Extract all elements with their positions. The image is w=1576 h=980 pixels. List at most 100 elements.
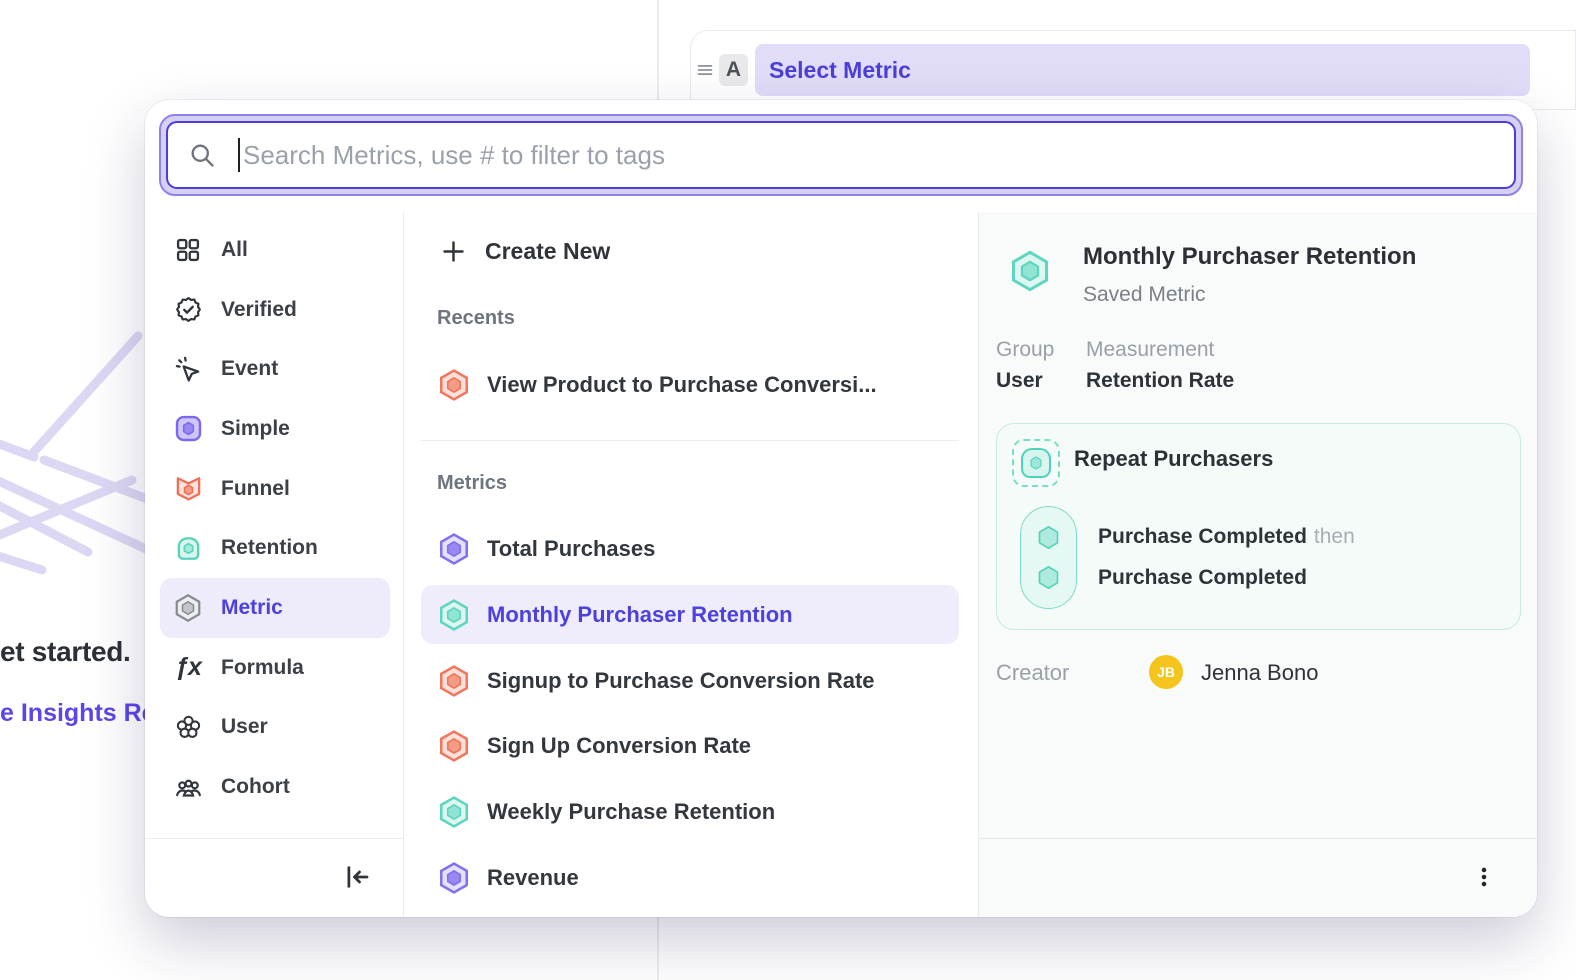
select-metric-button[interactable]: Select Metric — [755, 44, 1530, 96]
step-hexagon-icon — [1035, 564, 1062, 591]
sidebar-item-verified[interactable]: Verified — [160, 280, 390, 340]
creator-name: Jenna Bono — [1201, 660, 1318, 686]
metric-hexagon-icon — [437, 861, 471, 895]
grid-icon — [173, 235, 203, 265]
background-headline-fragment: et started. — [0, 636, 131, 668]
sidebar-item-simple[interactable]: Simple — [160, 399, 390, 459]
metric-row[interactable]: Revenue — [421, 848, 959, 907]
metric-block-letter-badge: A — [719, 54, 748, 86]
metric-hexagon-icon — [437, 532, 471, 566]
formula-icon: ƒx — [173, 653, 203, 683]
definition-title: Repeat Purchasers — [1074, 446, 1273, 472]
metric-row[interactable]: Weekly Purchase Retention — [421, 782, 959, 841]
sidebar-item-user[interactable]: User — [160, 698, 390, 758]
verified-badge-icon — [173, 295, 203, 325]
metric-list-panel: Create New Recents View Product to Purch… — [404, 212, 978, 917]
metric-row[interactable]: Sign Up Conversion Rate — [421, 716, 959, 775]
metric-row[interactable]: Total Purchases — [421, 519, 959, 578]
metric-details-panel: Monthly Purchaser Retention Saved Metric… — [978, 212, 1537, 917]
retention-icon — [173, 533, 203, 563]
recent-item-label: View Product to Purchase Conversi... — [487, 372, 877, 398]
metric-row-label: Revenue — [487, 865, 579, 891]
sidebar-item-label: Metric — [221, 596, 283, 620]
simple-metric-icon — [173, 414, 203, 444]
metric-hexagon-icon — [437, 729, 471, 763]
collapse-panel-button[interactable] — [337, 857, 377, 897]
details-subtitle: Saved Metric — [1083, 283, 1206, 307]
group-value: User — [996, 369, 1043, 393]
cohort-icon — [173, 772, 203, 802]
metric-picker-modal: All Verified — [145, 100, 1537, 917]
step-connector: then — [1314, 525, 1355, 548]
avatar-initials: JB — [1157, 664, 1175, 680]
details-title: Monthly Purchaser Retention — [1083, 243, 1416, 271]
metric-hexagon-icon — [437, 795, 471, 829]
text-caret — [238, 138, 240, 172]
sidebar-item-cohort[interactable]: Cohort — [160, 757, 390, 817]
creator-label: Creator — [996, 660, 1069, 686]
sidebar-item-label: Formula — [221, 656, 304, 680]
search-field-focus-ring — [159, 114, 1523, 196]
sidebar-item-label: Verified — [221, 298, 297, 322]
hexagon-icon — [1028, 455, 1044, 471]
sidebar-item-label: User — [221, 715, 268, 739]
search-field — [166, 121, 1516, 189]
metric-hexagon-icon — [1008, 249, 1052, 293]
sidebar-item-event[interactable]: Event — [160, 339, 390, 399]
sidebar-item-funnel[interactable]: Funnel — [160, 459, 390, 519]
section-divider — [420, 440, 959, 441]
drag-handle-icon[interactable] — [694, 59, 716, 81]
select-metric-label: Select Metric — [769, 57, 911, 84]
plus-icon — [440, 238, 467, 265]
step-event-name: Purchase Completed — [1098, 566, 1307, 589]
search-icon — [188, 141, 216, 169]
event-cursor-icon — [173, 354, 203, 384]
create-new-label: Create New — [485, 238, 610, 265]
metric-definition-card: Repeat Purchasers Purchase Completedthen… — [996, 423, 1521, 630]
sidebar-item-label: Event — [221, 357, 278, 381]
details-footer-divider — [979, 838, 1537, 839]
metric-hexagon-icon — [173, 593, 203, 623]
sidebar-item-label: All — [221, 238, 248, 262]
create-new-button[interactable]: Create New — [440, 238, 610, 265]
funnel-icon — [173, 474, 203, 504]
metric-row-label: Monthly Purchaser Retention — [487, 602, 793, 628]
metric-row-selected[interactable]: Monthly Purchaser Retention — [421, 585, 959, 644]
metric-block-bar: A Select Metric — [690, 30, 1576, 110]
definition-step-1: Purchase Completedthen — [1098, 525, 1355, 549]
recent-item[interactable]: View Product to Purchase Conversi... — [421, 355, 959, 414]
metric-row-label: Sign Up Conversion Rate — [487, 733, 751, 759]
definition-step-2: Purchase Completed — [1098, 566, 1307, 590]
search-input[interactable] — [243, 140, 1494, 171]
more-options-button[interactable] — [1465, 858, 1503, 896]
metric-row[interactable]: Signup to Purchase Conversion Rate — [421, 651, 959, 710]
sidebar-item-label: Funnel — [221, 477, 290, 501]
measurement-value: Retention Rate — [1086, 369, 1234, 393]
user-icon — [173, 712, 203, 742]
sidebar-item-all[interactable]: All — [160, 220, 390, 280]
collapse-panel-icon — [342, 862, 372, 892]
metric-row-label: Weekly Purchase Retention — [487, 799, 775, 825]
sidebar-item-metric[interactable]: Metric — [160, 578, 390, 638]
background-insights-report-link[interactable]: e Insights Re — [0, 699, 156, 728]
sidebar-item-label: Simple — [221, 417, 290, 441]
measurement-label: Measurement — [1086, 338, 1214, 362]
metric-row-label: Signup to Purchase Conversion Rate — [487, 668, 875, 694]
sidebar-item-formula[interactable]: ƒx Formula — [160, 638, 390, 698]
retention-definition-icon — [1012, 439, 1060, 487]
sidebar-footer-divider — [145, 838, 403, 839]
sidebar-item-retention[interactable]: Retention — [160, 518, 390, 578]
step-hexagon-icon — [1035, 524, 1062, 551]
category-sidebar: All Verified — [145, 212, 403, 917]
kebab-menu-icon — [1471, 864, 1497, 890]
metric-row-label: Total Purchases — [487, 536, 655, 562]
metric-hexagon-icon — [437, 598, 471, 632]
retention-steps-capsule — [1020, 506, 1077, 609]
group-label: Group — [996, 338, 1054, 362]
avatar: JB — [1149, 655, 1183, 689]
sidebar-item-label: Retention — [221, 536, 318, 560]
metrics-section-header: Metrics — [437, 472, 507, 495]
metric-hexagon-icon — [437, 368, 471, 402]
sidebar-item-label: Cohort — [221, 775, 290, 799]
recents-section-header: Recents — [437, 307, 515, 330]
